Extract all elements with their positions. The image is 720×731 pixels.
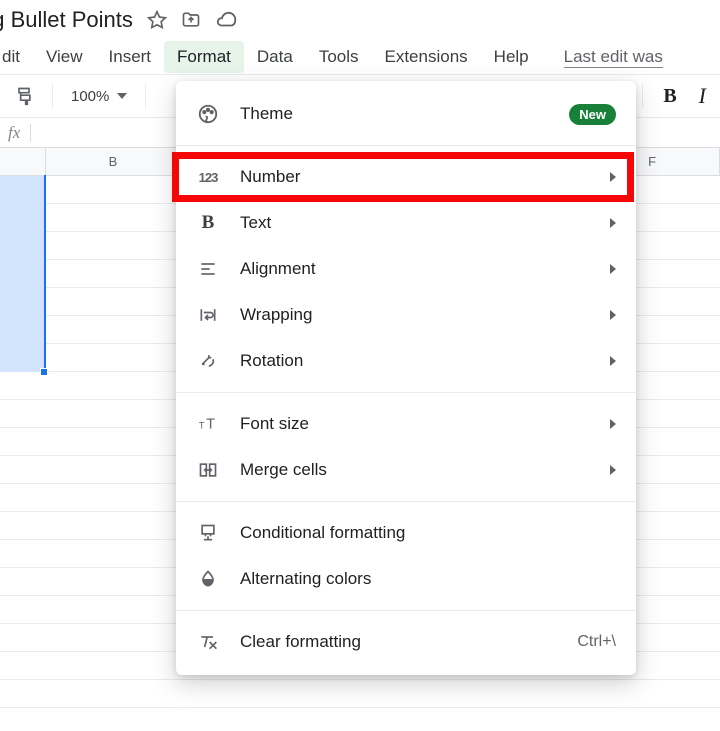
menu-item-label: Font size: [240, 414, 590, 434]
last-edit-link[interactable]: Last edit was: [564, 47, 663, 68]
bold-icon: B: [196, 211, 220, 235]
format-menu-rotation[interactable]: Rotation: [176, 338, 636, 384]
menu-divider: [176, 610, 636, 611]
menu-tools[interactable]: Tools: [306, 41, 372, 73]
submenu-caret-icon: [610, 310, 616, 320]
menubar: dit View Insert Format Data Tools Extens…: [0, 40, 720, 74]
grid-row[interactable]: [0, 708, 720, 731]
bold-button[interactable]: B: [657, 79, 682, 114]
formula-bar-separator: [30, 124, 31, 142]
chevron-down-icon: [117, 93, 127, 99]
menu-item-label: Number: [240, 167, 590, 187]
format-menu-altcolors[interactable]: Alternating colors: [176, 556, 636, 602]
menu-item-label: Alternating colors: [240, 569, 616, 589]
new-badge: New: [569, 104, 616, 125]
menu-help[interactable]: Help: [481, 41, 542, 73]
menu-item-label: Text: [240, 213, 590, 233]
star-icon[interactable]: [147, 10, 167, 30]
italic-button[interactable]: I: [693, 77, 712, 115]
document-title[interactable]: ng Bullet Points: [0, 7, 133, 33]
format-menu-merge[interactable]: Merge cells: [176, 447, 636, 493]
menu-format[interactable]: Format: [164, 41, 244, 73]
menu-item-label: Alignment: [240, 259, 590, 279]
menu-item-shortcut: Ctrl+\: [577, 633, 616, 651]
submenu-caret-icon: [610, 264, 616, 274]
select-all-corner[interactable]: [0, 148, 46, 176]
toolbar-separator: [145, 84, 146, 108]
toolbar-separator: [52, 84, 53, 108]
submenu-caret-icon: [610, 172, 616, 182]
menu-insert[interactable]: Insert: [96, 41, 165, 73]
menu-edit[interactable]: dit: [0, 41, 33, 73]
menu-extensions[interactable]: Extensions: [372, 41, 481, 73]
clear-icon: [196, 630, 220, 654]
format-menu-text[interactable]: B Text: [176, 200, 636, 246]
toolbar-separator: [642, 84, 643, 108]
menu-divider: [176, 392, 636, 393]
format-menu-number[interactable]: 123 Number: [176, 154, 636, 200]
merge-icon: [196, 458, 220, 482]
move-to-drive-icon[interactable]: [181, 10, 201, 30]
palette-icon: [196, 102, 220, 126]
rotate-icon: [196, 349, 220, 373]
selection-handle[interactable]: [40, 368, 48, 376]
cloud-status-icon[interactable]: [215, 9, 237, 31]
svg-text:T: T: [206, 417, 215, 433]
menu-divider: [176, 501, 636, 502]
cond-icon: [196, 521, 220, 545]
menu-item-label: Wrapping: [240, 305, 590, 325]
format-menu-wrapping[interactable]: Wrapping: [176, 292, 636, 338]
number-icon: 123: [196, 165, 220, 189]
format-menu-theme[interactable]: Theme New: [176, 91, 636, 137]
altcolor-icon: [196, 567, 220, 591]
menu-item-label: Merge cells: [240, 460, 590, 480]
align-icon: [196, 257, 220, 281]
wrap-icon: [196, 303, 220, 327]
submenu-caret-icon: [610, 465, 616, 475]
fontsize-icon: TT: [196, 412, 220, 436]
menu-item-label: Conditional formatting: [240, 523, 616, 543]
menu-divider: [176, 145, 636, 146]
fx-label: fx: [8, 123, 20, 143]
zoom-select[interactable]: 100%: [65, 88, 133, 105]
svg-text:T: T: [199, 421, 205, 431]
format-menu-conditional[interactable]: Conditional formatting: [176, 510, 636, 556]
submenu-caret-icon: [610, 356, 616, 366]
menu-item-label: Rotation: [240, 351, 590, 371]
menu-item-label: Clear formatting: [240, 632, 557, 652]
grid-row[interactable]: [0, 680, 720, 708]
format-menu-fontsize[interactable]: TT Font size: [176, 401, 636, 447]
menu-view[interactable]: View: [33, 41, 96, 73]
selection-border: [44, 175, 46, 371]
format-menu-alignment[interactable]: Alignment: [176, 246, 636, 292]
menu-item-label: Theme: [240, 104, 549, 124]
zoom-value: 100%: [71, 88, 109, 105]
column-header[interactable]: B: [46, 148, 181, 176]
format-menu: Theme New 123 Number B Text Alignment Wr…: [176, 81, 636, 675]
paint-format-icon[interactable]: [8, 80, 40, 112]
submenu-caret-icon: [610, 218, 616, 228]
submenu-caret-icon: [610, 419, 616, 429]
menu-data[interactable]: Data: [244, 41, 306, 73]
format-menu-clear[interactable]: Clear formatting Ctrl+\: [176, 619, 636, 665]
